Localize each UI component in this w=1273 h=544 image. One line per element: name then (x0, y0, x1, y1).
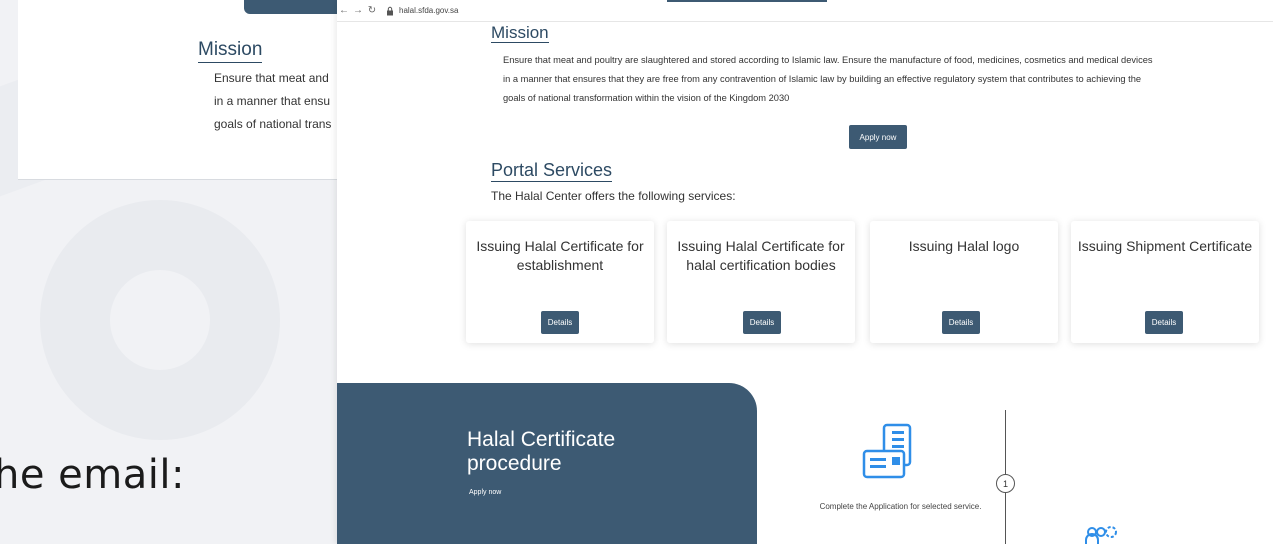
reload-icon[interactable]: ↻ (365, 5, 379, 16)
back-mission-title: Mission (198, 39, 263, 63)
mission-line: in a manner that ensures that they are f… (503, 74, 1142, 84)
service-card-title: Issuing Shipment Certificate (1077, 238, 1253, 254)
procedure-apply-link[interactable]: Apply now (469, 489, 501, 496)
people-gears-icon (1085, 526, 1117, 544)
portal-services-title: Portal Services (491, 160, 613, 182)
mission-line: Ensure that meat and poultry are slaught… (503, 55, 1153, 65)
portal-services-subtitle: The Halal Center offers the following se… (491, 189, 736, 203)
url-text[interactable]: halal.sfda.gov.sa (399, 6, 458, 15)
procedure-title-line: procedure (467, 452, 562, 475)
back-screenshot: Mission Ensure that meat and in a manner… (18, 0, 354, 180)
procedure-title-line: Halal Certificate (467, 428, 616, 451)
apply-now-button[interactable]: Apply now (849, 125, 907, 149)
forward-arrow-icon[interactable]: → (351, 5, 365, 16)
details-button[interactable]: Details (1145, 311, 1183, 334)
details-button[interactable]: Details (743, 311, 781, 334)
step-1-number: 1 (996, 474, 1015, 493)
service-card-title: Issuing Halal Certificate for establishm… (476, 238, 644, 273)
back-mission-line: Ensure that meat and (214, 71, 329, 85)
front-screenshot: ← → ↻ halal.sfda.gov.sa Mission Ensure t… (337, 0, 1273, 544)
service-card: Issuing Halal logo Details (870, 221, 1058, 343)
details-button[interactable]: Details (942, 311, 980, 334)
back-mission-line: in a manner that ensu (214, 94, 331, 108)
browser-url-bar: ← → ↻ halal.sfda.gov.sa (337, 0, 1273, 22)
service-card: Issuing Halal Certificate for establishm… (466, 221, 654, 343)
service-card: Issuing Shipment Certificate Details (1071, 221, 1259, 343)
procedure-panel: Halal Certificate procedure Apply now (337, 383, 757, 544)
active-tab-indicator (667, 0, 827, 2)
stage: he email: Mission Ensure that meat and i… (0, 0, 1273, 544)
lock-icon (387, 6, 393, 15)
back-mission-line: goals of national trans (214, 117, 332, 131)
step-1-text: Complete the Application for selected se… (819, 502, 982, 511)
service-card: Issuing Halal Certificate for halal cert… (667, 221, 855, 343)
slide-text: he email: (0, 452, 185, 498)
mission-line: goals of national transformation within … (503, 93, 790, 103)
service-card-title: Issuing Halal logo (908, 238, 1020, 254)
service-card-title: Issuing Halal Certificate for halal cert… (677, 238, 845, 273)
application-form-icon (862, 423, 912, 479)
mission-title: Mission (491, 23, 549, 43)
details-button[interactable]: Details (541, 311, 579, 334)
bg-decoration (40, 200, 280, 440)
back-arrow-icon[interactable]: ← (337, 5, 351, 16)
procedure-title: Halal Certificate procedure (467, 428, 615, 476)
